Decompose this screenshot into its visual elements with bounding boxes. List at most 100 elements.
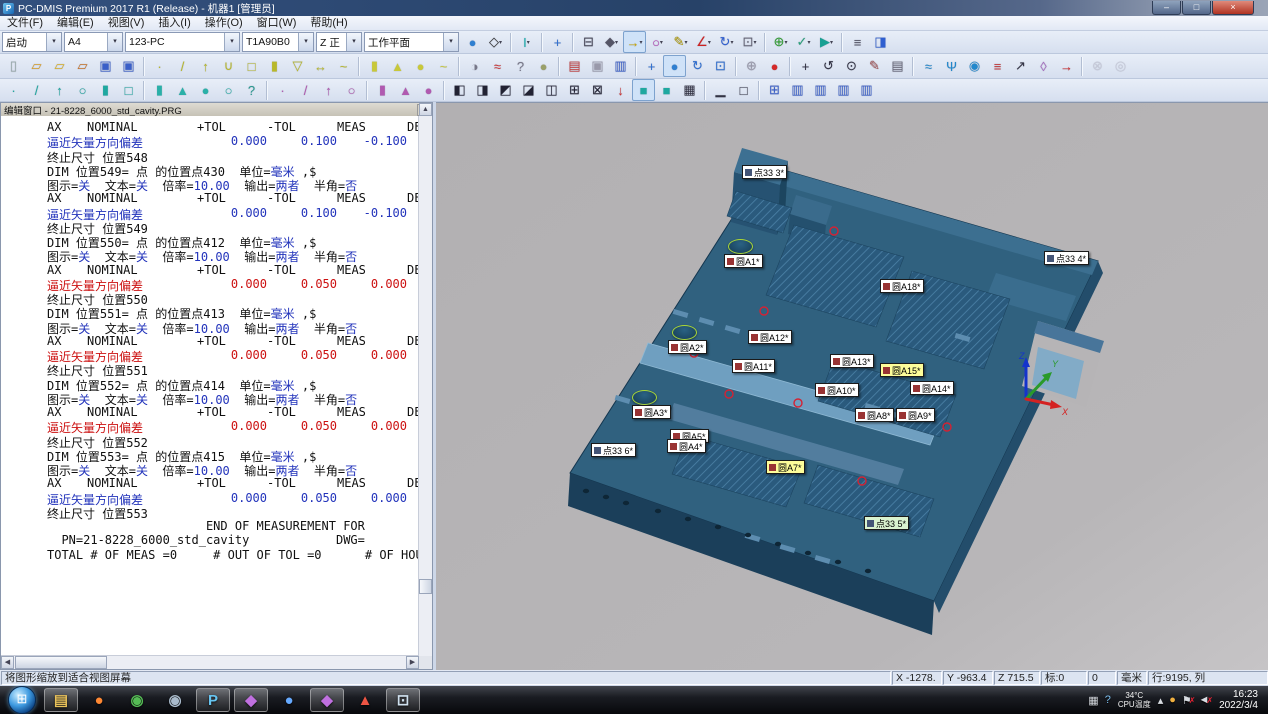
auto-point-icon[interactable]: ·: [148, 55, 171, 77]
close-button[interactable]: ×: [1212, 1, 1254, 15]
red-ball-icon[interactable]: ●: [763, 55, 786, 77]
auto-circle-icon[interactable]: ∪: [217, 55, 240, 77]
meas-point-icon[interactable]: ·: [2, 79, 25, 101]
auto-cone-icon[interactable]: ▽: [286, 55, 309, 77]
report-layout-4-icon[interactable]: ▥: [855, 79, 878, 101]
feature-label[interactable]: 圆A12*: [748, 330, 792, 344]
explorer-icon[interactable]: ▤: [44, 688, 78, 712]
constr-sphere-icon[interactable]: ●: [417, 79, 440, 101]
probe-drop-icon[interactable]: ↓: [609, 79, 632, 101]
browser-ball-icon[interactable]: ●: [82, 688, 116, 712]
probe-tip-icon[interactable]: I▾: [515, 31, 538, 53]
probe-file-combo[interactable]: A4▾: [64, 32, 123, 52]
file-open-icon[interactable]: ▱: [25, 55, 48, 77]
cube-view-3-icon[interactable]: ◩: [494, 79, 517, 101]
move-arrows-icon[interactable]: +: [794, 55, 817, 77]
solid-view-icon[interactable]: ■: [655, 79, 678, 101]
feature-label[interactable]: 圆A4*: [667, 439, 706, 453]
scroll-up-icon[interactable]: ▲: [419, 103, 432, 116]
workplane-axis-combo[interactable]: Z 正▾: [316, 32, 362, 52]
feature-label[interactable]: 点33 4*: [1044, 251, 1089, 265]
auto-plane-icon[interactable]: ↑: [194, 55, 217, 77]
feature-label[interactable]: 点33 3*: [742, 165, 787, 179]
execute-play-icon[interactable]: ▶▾: [815, 31, 838, 53]
disabled-b-icon[interactable]: ◎: [1109, 55, 1132, 77]
comment-icon[interactable]: ⊟: [577, 31, 600, 53]
constr-point-icon[interactable]: ·: [271, 79, 294, 101]
pdf-app-icon[interactable]: ▲: [348, 688, 382, 712]
keyboard-icon[interactable]: ▦: [1088, 694, 1098, 707]
file-new-icon[interactable]: ▯: [2, 55, 25, 77]
startup-combo[interactable]: 启动▾: [2, 32, 62, 52]
rotate-ccw-icon[interactable]: ↺: [817, 55, 840, 77]
feature-label[interactable]: 圆A14*: [910, 381, 954, 395]
min-line-icon[interactable]: ▁: [709, 79, 732, 101]
pcdmis-app-icon[interactable]: P: [196, 688, 230, 712]
meas-solid-cylinder-icon[interactable]: ▮: [148, 79, 171, 101]
scroll-right-icon[interactable]: ▶: [406, 656, 419, 669]
meas-plane-icon[interactable]: ↑: [48, 79, 71, 101]
constr-line-icon[interactable]: /: [294, 79, 317, 101]
minimize-button[interactable]: –: [1152, 1, 1181, 15]
file-close-icon[interactable]: ▱: [71, 55, 94, 77]
probe-tip-combo[interactable]: T1A90B0▾: [242, 32, 314, 52]
save-layout-icon[interactable]: ⊞: [763, 79, 786, 101]
cube-view-7-icon[interactable]: ⊠: [586, 79, 609, 101]
feature-tree-icon[interactable]: Ψ: [940, 55, 963, 77]
rotate-3d-icon[interactable]: ⊙: [840, 55, 863, 77]
view-zoom-box-icon[interactable]: ⊡: [709, 55, 732, 77]
meas-solid-sphere-icon[interactable]: ●: [194, 79, 217, 101]
probe-pen-icon[interactable]: ✎: [863, 55, 886, 77]
feature-label[interactable]: 圆A15*: [880, 363, 924, 377]
tray-expand-icon[interactable]: ▴: [1158, 694, 1164, 707]
auto-solid-cylinder-icon[interactable]: ▮: [363, 55, 386, 77]
window-layout-icon[interactable]: ◨: [869, 31, 892, 53]
help-tray-icon[interactable]: ?: [1105, 694, 1111, 706]
dimension-angle-icon[interactable]: ∠▾: [692, 31, 715, 53]
meas-help-icon[interactable]: ?: [240, 79, 263, 101]
maximize-button[interactable]: □: [1182, 1, 1211, 15]
editor-text-area[interactable]: AXNOMINAL+TOL-TOLMEASDEV逼近矢量方向偏差0.0000.1…: [1, 116, 419, 656]
feature-label[interactable]: 圆A18*: [880, 279, 924, 293]
axes-arrows-icon[interactable]: ↗: [1009, 55, 1032, 77]
cube-view-1-icon[interactable]: ◧: [448, 79, 471, 101]
view-sphere-icon[interactable]: ●: [663, 55, 686, 77]
cube-view-5-icon[interactable]: ◫: [540, 79, 563, 101]
chrome-icon[interactable]: ◉: [120, 688, 154, 712]
constr-cone-icon[interactable]: ▲: [394, 79, 417, 101]
weather-tray-icon[interactable]: ●: [1169, 694, 1176, 706]
max-rect-icon[interactable]: □: [732, 79, 755, 101]
view-pan-icon[interactable]: +: [640, 55, 663, 77]
file-saveas-icon[interactable]: ▣: [117, 55, 140, 77]
cursor-arrow-icon[interactable]: →▾: [623, 31, 646, 53]
scan-polyline-icon[interactable]: ≈: [486, 55, 509, 77]
mark-check-icon[interactable]: ✓▾: [792, 31, 815, 53]
graphic-display-window[interactable]: Z Y X 点33 3*点33 4*圆A1*圆A18*圆A12*圆A2*圆A13…: [436, 102, 1268, 670]
start-button[interactable]: ⊞: [8, 686, 36, 714]
save-alt-icon[interactable]: ▣: [586, 55, 609, 77]
wps-app-icon[interactable]: ◆: [234, 688, 268, 712]
menu-item-3[interactable]: 插入(I): [151, 16, 197, 30]
color-layers-icon[interactable]: ≡: [986, 55, 1009, 77]
chevron-down-icon[interactable]: ▾: [298, 33, 313, 51]
wps-app-2-icon[interactable]: ◆: [310, 688, 344, 712]
chevron-down-icon[interactable]: ▾: [224, 33, 239, 51]
file-save-icon[interactable]: ▣: [94, 55, 117, 77]
portable-globe-icon[interactable]: ⊕▾: [769, 31, 792, 53]
mesh-sphere-icon[interactable]: ●: [532, 55, 555, 77]
auto-line-icon[interactable]: /: [171, 55, 194, 77]
menu-item-5[interactable]: 窗口(W): [250, 16, 304, 30]
meas-cylinder-icon[interactable]: ▮: [94, 79, 117, 101]
feature-label[interactable]: 圆A2*: [668, 340, 707, 354]
menu-item-0[interactable]: 文件(F): [0, 16, 50, 30]
auto-solid-sphere-icon[interactable]: ●: [409, 55, 432, 77]
auto-square-slot-icon[interactable]: ↔: [309, 55, 332, 77]
auto-solid-cone-icon[interactable]: ▲: [386, 55, 409, 77]
horizontal-scroll-thumb[interactable]: [15, 656, 107, 669]
shaded-cube-icon[interactable]: ◆▾: [600, 31, 623, 53]
globe-wire-icon[interactable]: ⊕: [740, 55, 763, 77]
feature-label[interactable]: 点33 5*: [864, 516, 909, 530]
remote-window-icon[interactable]: ⊡: [386, 688, 420, 712]
meas-circle-icon[interactable]: ○: [71, 79, 94, 101]
vertical-scroll-thumb[interactable]: [419, 579, 432, 594]
